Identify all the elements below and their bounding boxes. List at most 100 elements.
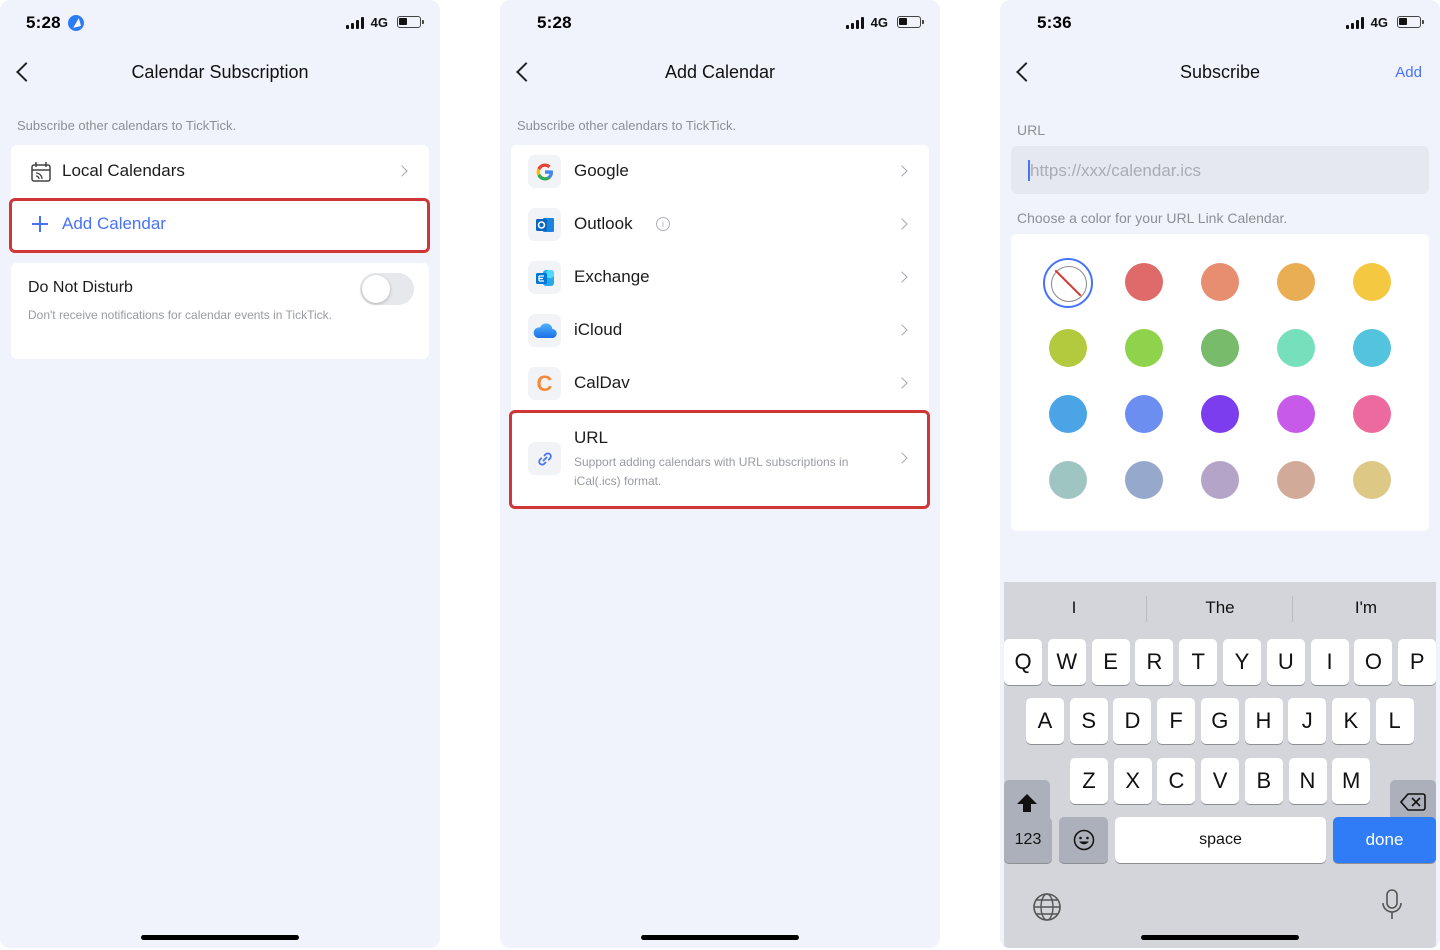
home-indicator xyxy=(641,935,799,940)
local-calendars-row[interactable]: Local Calendars xyxy=(11,145,429,198)
color-swatch[interactable] xyxy=(1049,461,1087,499)
done-key[interactable]: done xyxy=(1333,817,1436,863)
color-swatch[interactable] xyxy=(1125,461,1163,499)
numbers-key[interactable]: 123 xyxy=(1004,817,1052,863)
provider-row-outlook[interactable]: Outlook i xyxy=(511,198,929,251)
nav-bar: Calendar Subscription xyxy=(0,50,440,94)
color-swatch[interactable] xyxy=(1277,329,1315,367)
status-time: 5:28 xyxy=(537,13,572,32)
color-swatch[interactable] xyxy=(1201,329,1239,367)
backspace-icon xyxy=(1399,793,1426,811)
color-swatch[interactable] xyxy=(1353,263,1391,301)
no-color-swatch[interactable] xyxy=(1043,258,1093,308)
key-w[interactable]: W xyxy=(1047,639,1086,685)
key-d[interactable]: D xyxy=(1113,698,1152,744)
key-v[interactable]: V xyxy=(1201,758,1240,804)
url-option-highlight xyxy=(509,410,930,509)
provider-label: Exchange xyxy=(574,267,650,286)
key-o[interactable]: O xyxy=(1354,639,1393,685)
home-indicator xyxy=(141,935,299,940)
add-calendar-screen: 5:28 4G Add Calendar Subscribe other cal… xyxy=(500,0,940,948)
key-r[interactable]: R xyxy=(1135,639,1174,685)
key-h[interactable]: H xyxy=(1244,698,1283,744)
color-swatch[interactable] xyxy=(1049,329,1087,367)
signal-icon xyxy=(1346,17,1365,29)
suggestion-2[interactable]: The xyxy=(1150,598,1290,618)
color-swatch[interactable] xyxy=(1125,395,1163,433)
key-s[interactable]: S xyxy=(1069,698,1108,744)
suggestion-divider xyxy=(1292,596,1293,622)
emoji-key[interactable] xyxy=(1059,817,1108,863)
color-swatch[interactable] xyxy=(1201,263,1239,301)
provider-row-icloud[interactable]: iCloud xyxy=(511,304,929,357)
add-calendar-highlight xyxy=(9,198,430,253)
subscribe-url-screen: 5:36 4G Subscribe Add URL https://xxx/ca… xyxy=(1000,0,1440,948)
key-c[interactable]: C xyxy=(1157,758,1196,804)
key-j[interactable]: J xyxy=(1288,698,1327,744)
battery-icon xyxy=(897,16,924,28)
provider-label: iCloud xyxy=(574,320,623,339)
network-label: 4G xyxy=(870,15,888,30)
key-z[interactable]: Z xyxy=(1070,758,1108,804)
page-title: Add Calendar xyxy=(664,62,776,82)
key-l[interactable]: L xyxy=(1375,698,1414,744)
color-swatch[interactable] xyxy=(1201,395,1239,433)
key-k[interactable]: K xyxy=(1331,698,1370,744)
color-swatch[interactable] xyxy=(1353,329,1391,367)
suggestion-1[interactable]: I xyxy=(1004,598,1144,618)
key-g[interactable]: G xyxy=(1200,698,1239,744)
status-time: 5:36 xyxy=(1037,13,1072,32)
calendar-subscription-screen: 5:28 4G Calendar Subscription Subscribe … xyxy=(0,0,440,948)
add-button[interactable]: Add xyxy=(1395,64,1422,81)
key-x[interactable]: X xyxy=(1113,758,1152,804)
provider-row-google[interactable]: Google xyxy=(511,145,929,198)
color-swatch[interactable] xyxy=(1353,395,1391,433)
color-swatch[interactable] xyxy=(1277,395,1315,433)
key-u[interactable]: U xyxy=(1266,639,1305,685)
key-b[interactable]: B xyxy=(1244,758,1283,804)
page-title: Subscribe xyxy=(1179,62,1261,82)
key-p[interactable]: P xyxy=(1398,639,1437,685)
dnd-toggle[interactable] xyxy=(360,273,414,305)
key-e[interactable]: E xyxy=(1091,639,1130,685)
chevron-right-icon xyxy=(896,218,908,230)
color-swatch[interactable] xyxy=(1125,329,1163,367)
key-m[interactable]: M xyxy=(1332,758,1371,804)
color-swatch[interactable] xyxy=(1201,461,1239,499)
subscribe-hint: Subscribe other calendars to TickTick. xyxy=(517,118,737,133)
color-swatch[interactable] xyxy=(1049,395,1087,433)
color-picker-card xyxy=(1011,234,1429,531)
key-n[interactable]: N xyxy=(1288,758,1327,804)
color-swatch[interactable] xyxy=(1277,263,1315,301)
status-bar: 5:28 4G xyxy=(500,0,940,48)
battery-icon xyxy=(397,16,424,28)
space-key[interactable]: space xyxy=(1115,817,1326,863)
globe-icon[interactable] xyxy=(1032,892,1062,922)
key-q[interactable]: Q xyxy=(1004,639,1042,685)
key-i[interactable]: I xyxy=(1310,639,1349,685)
key-f[interactable]: F xyxy=(1157,698,1196,744)
chevron-right-icon xyxy=(896,377,908,389)
color-swatch[interactable] xyxy=(1125,263,1163,301)
page-title: Calendar Subscription xyxy=(131,62,309,82)
key-a[interactable]: A xyxy=(1026,698,1064,744)
chevron-right-icon xyxy=(896,165,908,177)
key-t[interactable]: T xyxy=(1179,639,1218,685)
key-y[interactable]: Y xyxy=(1223,639,1261,685)
provider-label: Google xyxy=(574,161,629,180)
provider-row-caldav[interactable]: C CalDav xyxy=(511,357,929,410)
color-swatch[interactable] xyxy=(1277,461,1315,499)
info-icon[interactable]: i xyxy=(656,217,670,231)
status-time: 5:28 xyxy=(26,13,61,32)
microphone-icon[interactable] xyxy=(1380,888,1404,922)
color-swatch[interactable] xyxy=(1353,461,1391,499)
network-label: 4G xyxy=(370,15,388,30)
nav-bar: Subscribe Add xyxy=(1000,50,1440,94)
suggestion-divider xyxy=(1146,596,1147,622)
url-field-label: URL xyxy=(1017,122,1046,138)
url-input[interactable]: https://xxx/calendar.ics xyxy=(1011,146,1429,194)
chevron-right-icon xyxy=(896,271,908,283)
provider-row-exchange[interactable]: Exchange xyxy=(511,251,929,304)
suggestion-3[interactable]: I'm xyxy=(1296,598,1436,618)
home-indicator xyxy=(1141,935,1299,940)
